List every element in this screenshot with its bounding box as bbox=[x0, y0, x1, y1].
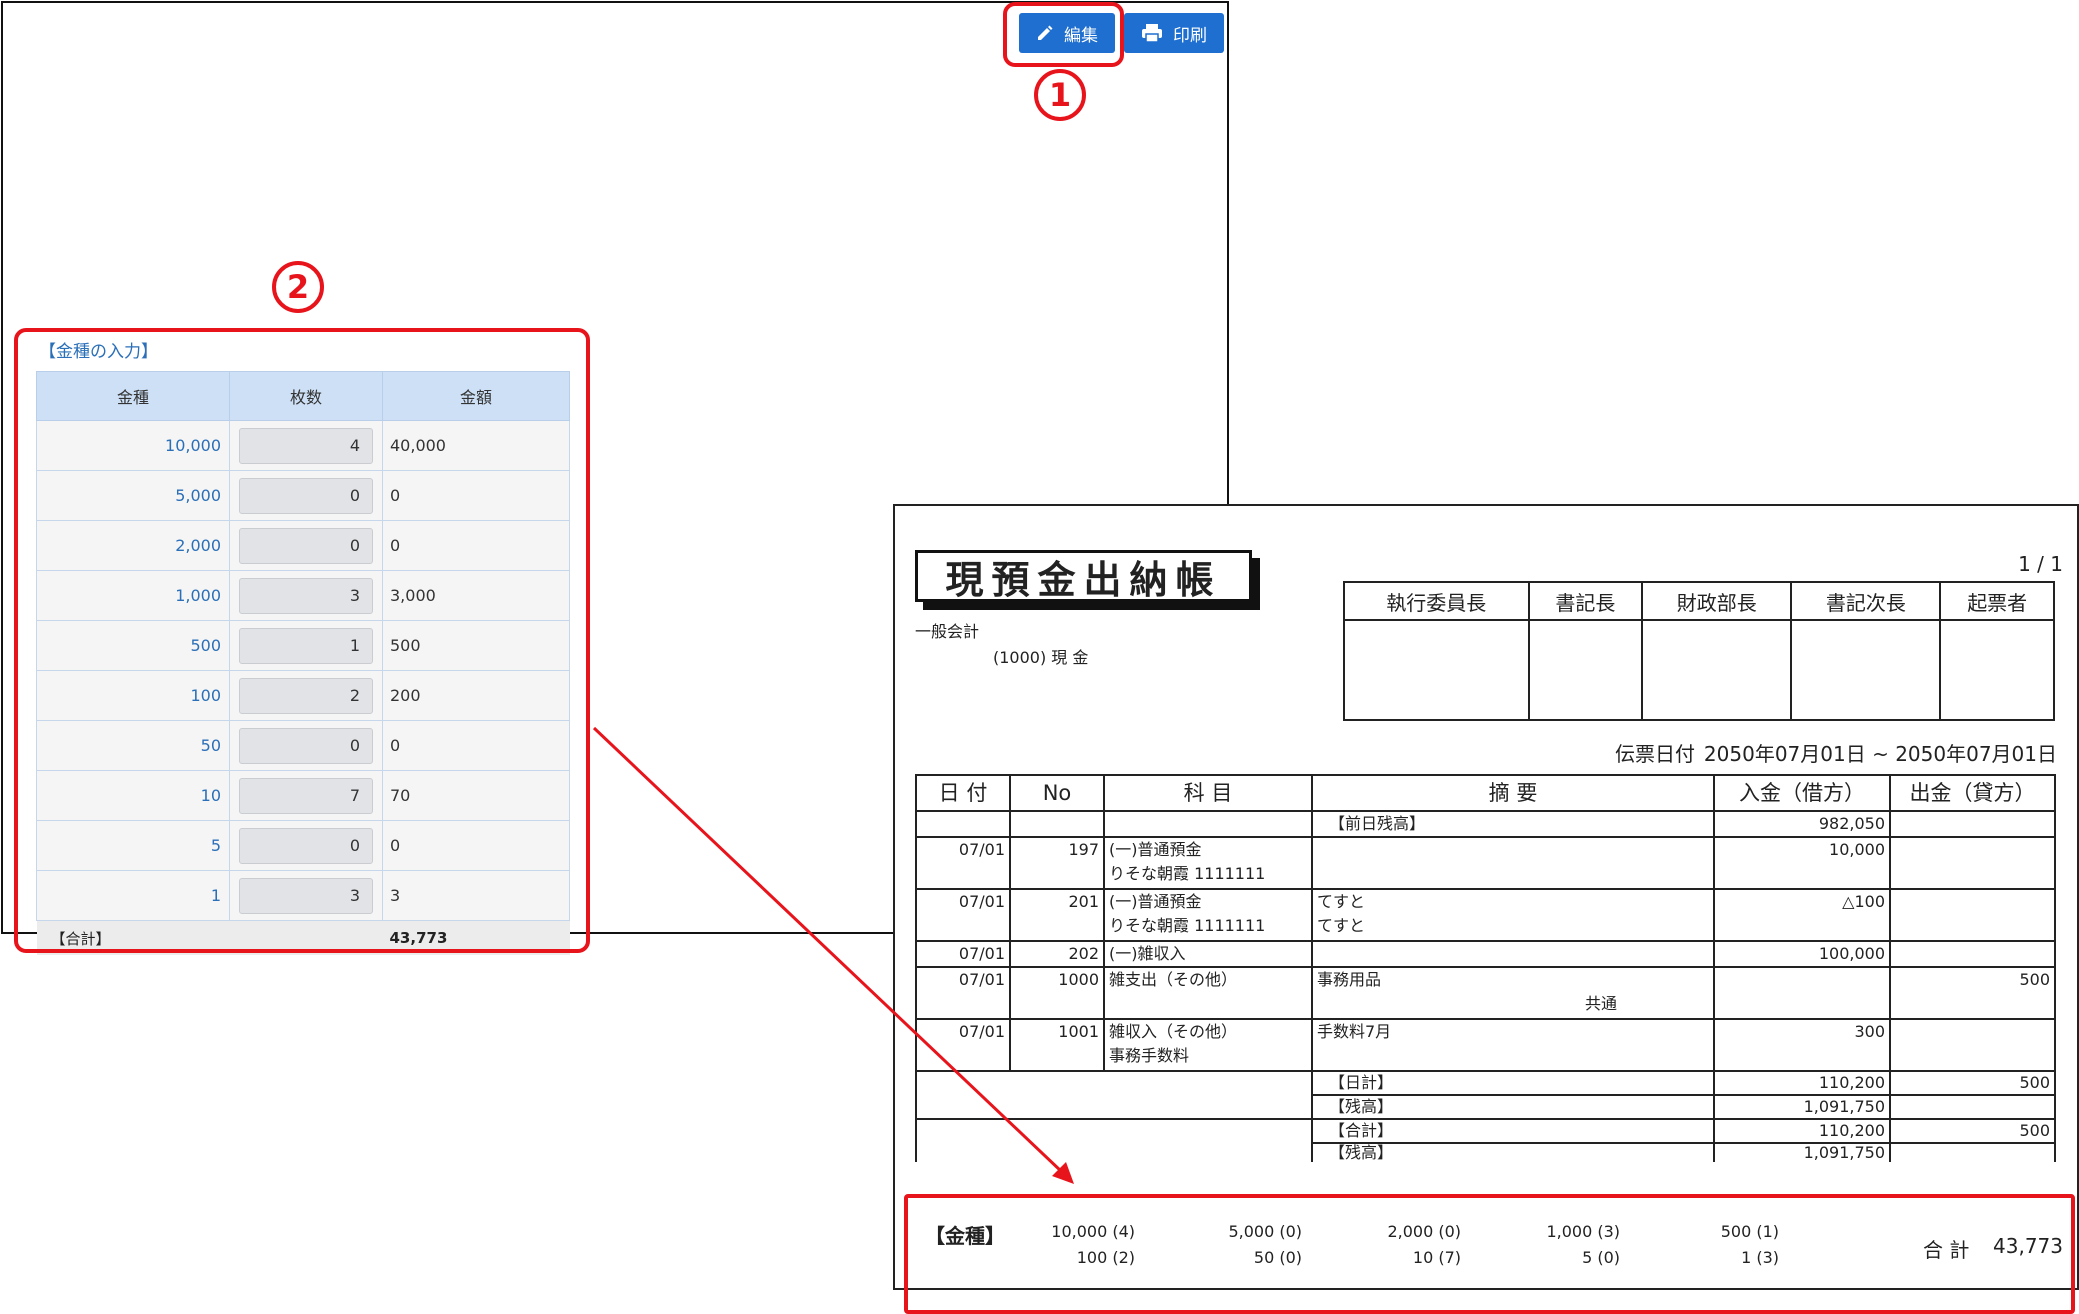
callout-arrow bbox=[592, 726, 1074, 1184]
